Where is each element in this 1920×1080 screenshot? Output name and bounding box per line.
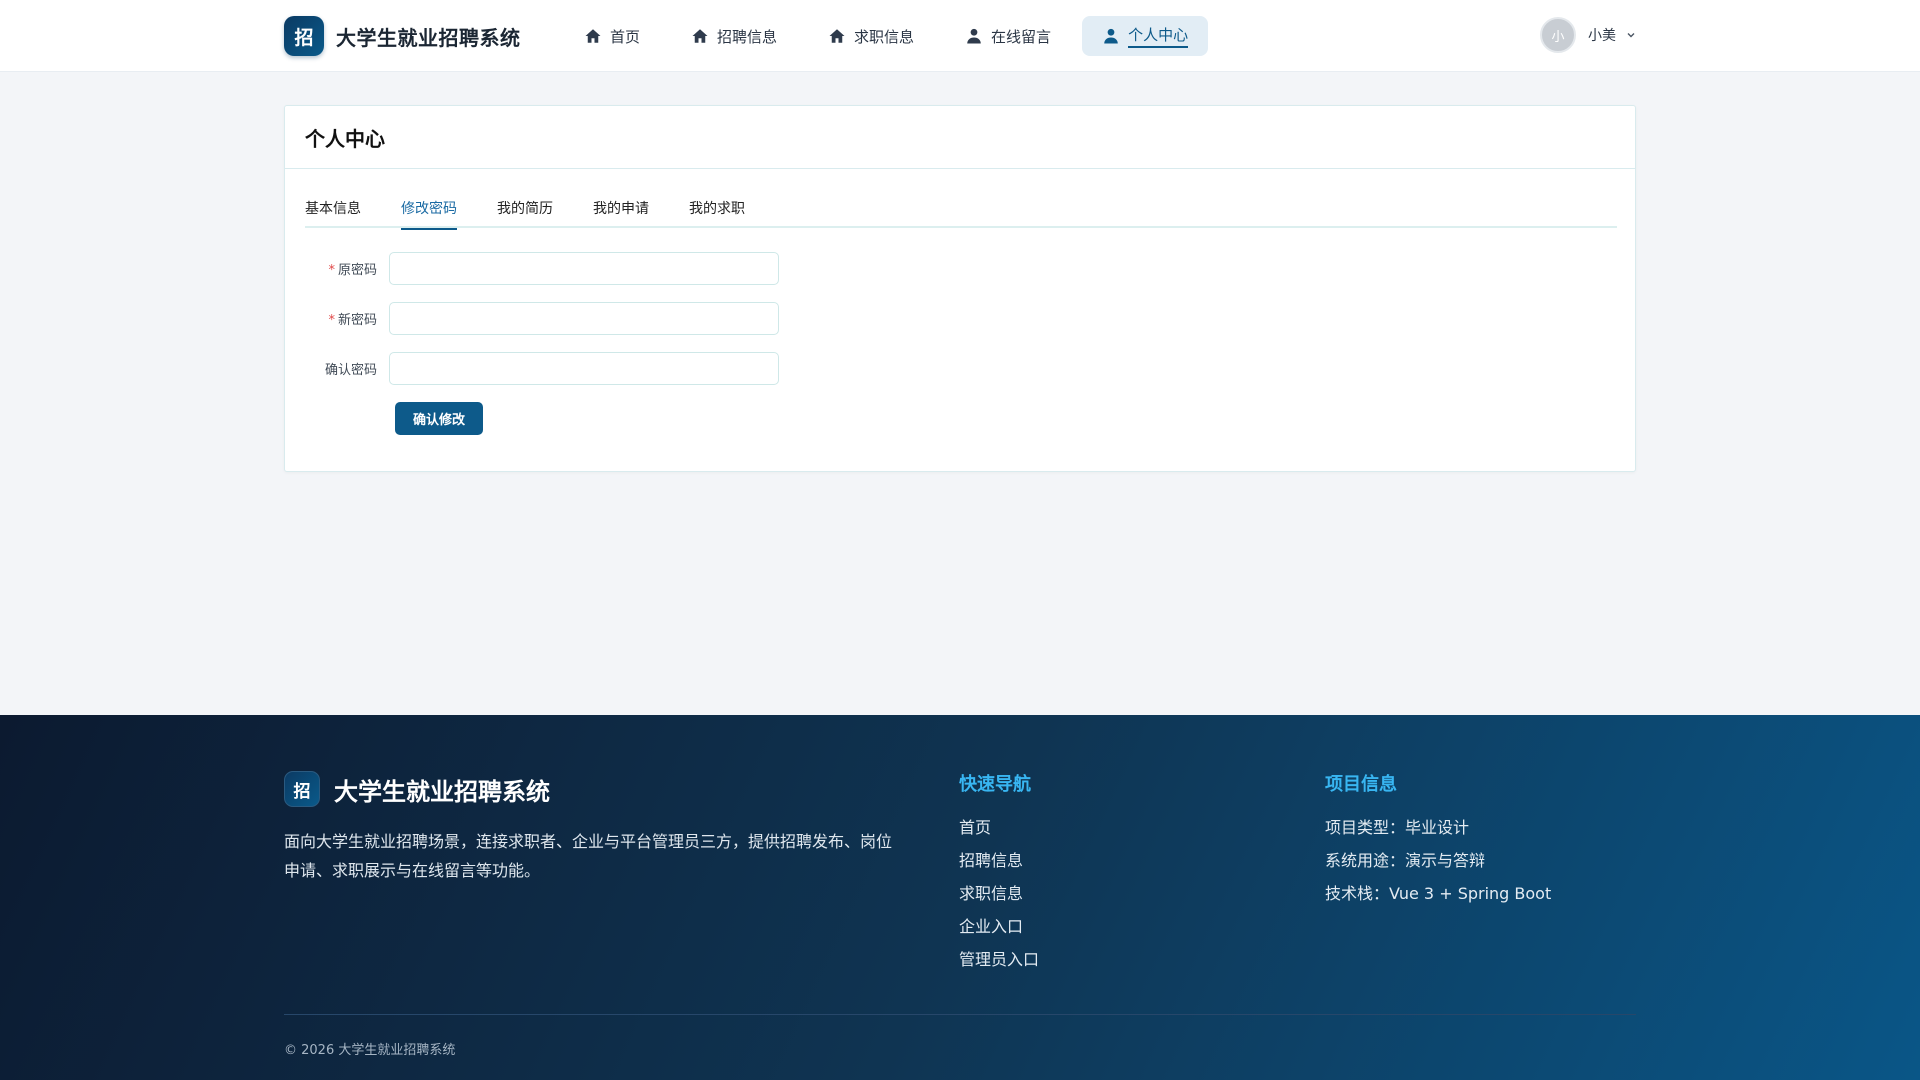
nav-item-seekers[interactable]: 求职信息 — [808, 16, 934, 56]
header-inner: 招 大学生就业招聘系统 首页 招聘信息 求职信息 在线留言 个人中心 小 小美 — [284, 0, 1636, 72]
nav-item-home[interactable]: 首页 — [564, 16, 660, 56]
project-purpose: 系统用途：演示与答辩 — [1325, 851, 1486, 870]
footer-logo: 招 — [284, 771, 320, 807]
tab-my-job-seeking[interactable]: 我的求职 — [689, 198, 745, 228]
tab-my-resume[interactable]: 我的简历 — [497, 198, 553, 228]
change-password-form: * 原密码 * 新密码 确认密码 确认修改 — [305, 252, 779, 452]
profile-tabs: 基本信息 修改密码 我的简历 我的申请 我的求职 — [305, 198, 1617, 230]
nav-item-jobs[interactable]: 招聘信息 — [671, 16, 797, 56]
page-title: 个人中心 — [285, 106, 1635, 169]
footer-project-info: 项目信息 项目类型：毕业设计 系统用途：演示与答辩 技术栈：Vue 3 + Sp… — [1325, 771, 1551, 910]
username: 小美 — [1588, 28, 1616, 44]
confirm-change-button[interactable]: 确认修改 — [395, 401, 483, 435]
logo: 招 — [284, 16, 324, 56]
new-password-label-text: 新密码 — [337, 313, 377, 328]
nav-item-profile[interactable]: 个人中心 — [1082, 16, 1209, 56]
old-password-label: * 原密码 — [305, 259, 389, 278]
profile-card: 个人中心 基本信息 修改密码 我的简历 我的申请 我的求职 * 原密码 * 新密码 … — [284, 105, 1636, 472]
project-type: 项目类型：毕业设计 — [1325, 818, 1470, 837]
user-icon — [1104, 28, 1118, 44]
form-row-submit: 确认修改 — [305, 401, 779, 435]
nav-label: 求职信息 — [854, 27, 915, 46]
nav-label: 个人中心 — [1128, 24, 1189, 48]
user-menu[interactable]: 小 小美 — [1540, 17, 1636, 53]
main-nav: 首页 招聘信息 求职信息 在线留言 个人中心 — [564, 16, 1219, 56]
footer-divider — [284, 1014, 1636, 1015]
tab-my-applications[interactable]: 我的申请 — [593, 198, 649, 228]
nav-label: 在线留言 — [991, 27, 1052, 46]
footer-link-seekers[interactable]: 求职信息 — [959, 877, 1039, 910]
confirm-password-input[interactable] — [389, 352, 779, 385]
form-row-old-password: * 原密码 — [305, 252, 779, 285]
quick-nav-title: 快速导航 — [959, 774, 1031, 795]
nav-item-messages[interactable]: 在线留言 — [945, 16, 1071, 56]
new-password-input[interactable] — [389, 302, 779, 335]
footer-description: 面向大学生就业招聘场景，连接求职者、企业与平台管理员三方，提供招聘发布、岗位申请… — [284, 832, 893, 880]
footer: 招 大学生就业招聘系统 面向大学生就业招聘场景，连接求职者、企业与平台管理员三方… — [0, 715, 1920, 1080]
top-header: 招 大学生就业招聘系统 首页 招聘信息 求职信息 在线留言 个人中心 小 小美 — [0, 0, 1920, 72]
copyright: © 2026 大学生就业招聘系统 — [284, 1043, 456, 1058]
old-password-input[interactable] — [389, 252, 779, 285]
avatar: 小 — [1540, 17, 1576, 53]
home-icon — [829, 29, 845, 43]
home-icon — [585, 29, 601, 43]
footer-quick-nav: 快速导航 首页 招聘信息 求职信息 企业入口 管理员入口 — [959, 771, 1039, 976]
form-row-new-password: * 新密码 — [305, 302, 779, 335]
nav-label: 首页 — [610, 27, 641, 46]
required-mark: * — [328, 263, 335, 278]
confirm-password-label: 确认密码 — [324, 363, 377, 378]
user-icon — [967, 28, 981, 44]
footer-link-home[interactable]: 首页 — [959, 811, 1039, 844]
footer-link-jobs[interactable]: 招聘信息 — [959, 844, 1039, 877]
footer-brand-name: 大学生就业招聘系统 — [334, 777, 550, 806]
project-tech-stack: 技术栈：Vue 3 + Spring Boot — [1325, 884, 1552, 903]
tab-change-password[interactable]: 修改密码 — [401, 198, 457, 230]
brand[interactable]: 招 大学生就业招聘系统 — [284, 16, 521, 56]
brand-name: 大学生就业招聘系统 — [336, 25, 521, 50]
project-info-title: 项目信息 — [1325, 774, 1397, 795]
home-icon — [692, 29, 708, 43]
chevron-down-icon — [1627, 33, 1635, 38]
footer-link-company[interactable]: 企业入口 — [959, 910, 1039, 943]
nav-label: 招聘信息 — [717, 27, 778, 46]
footer-brand: 招 大学生就业招聘系统 — [284, 771, 550, 807]
old-password-label-text: 原密码 — [337, 263, 377, 278]
tab-basic-info[interactable]: 基本信息 — [305, 198, 361, 228]
required-mark: * — [328, 313, 335, 328]
new-password-label: * 新密码 — [305, 309, 389, 328]
form-row-confirm-password: 确认密码 — [305, 352, 779, 385]
footer-link-admin[interactable]: 管理员入口 — [959, 943, 1039, 976]
